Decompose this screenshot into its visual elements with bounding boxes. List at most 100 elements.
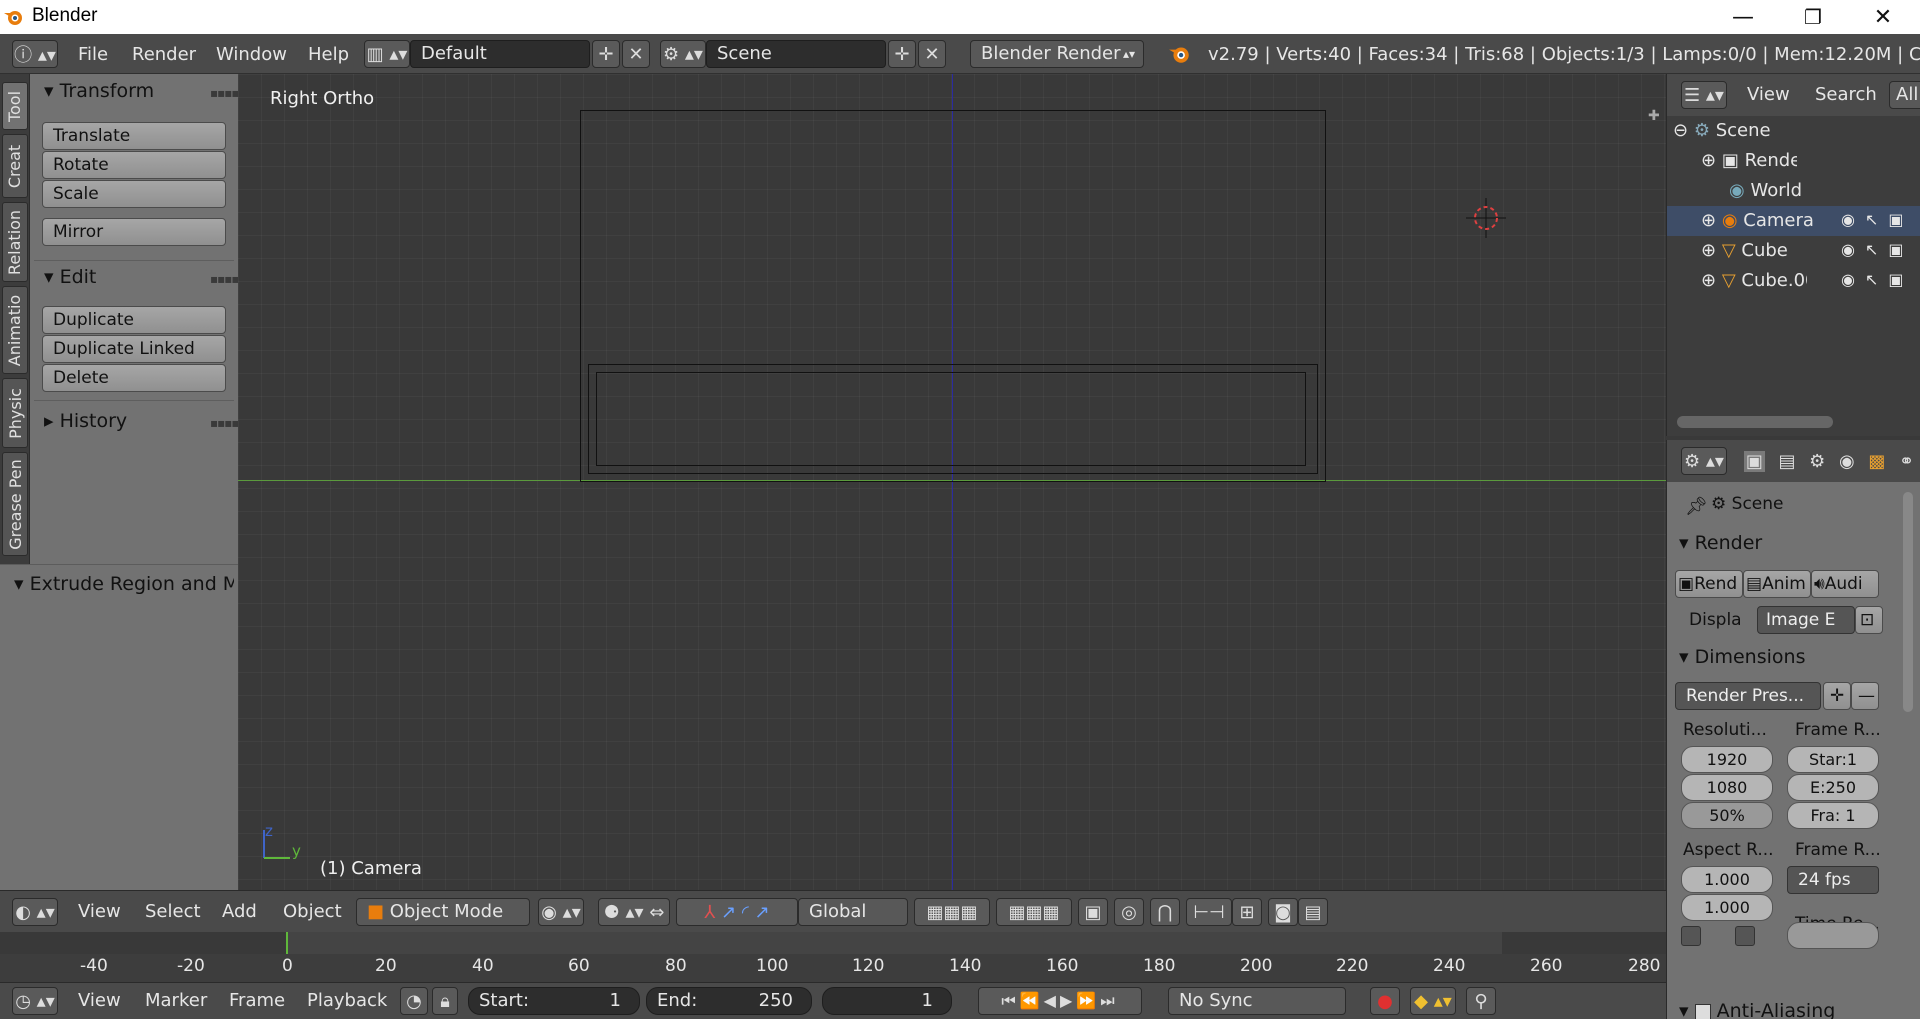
- layers-grid-icon[interactable]: ▦▦▦: [914, 898, 990, 926]
- lock-icon[interactable]: 🔒︎: [432, 987, 458, 1015]
- restore-button[interactable]: ❐: [1784, 0, 1842, 34]
- editor-type-timeline-icon[interactable]: ◷ ▴▾: [12, 987, 58, 1015]
- cube-visibility-icons[interactable]: ◉↖▣: [1841, 240, 1913, 259]
- tab-physics[interactable]: Physic: [2, 378, 28, 448]
- start-frame-field[interactable]: Start: 1: [468, 987, 640, 1015]
- scene-icon[interactable]: ⚙ ▴▾: [660, 40, 706, 68]
- frame-end-field[interactable]: E:250: [1787, 774, 1879, 801]
- 3d-viewport[interactable]: Right Ortho ✚ z y (1) Camera: [238, 74, 1666, 890]
- tab-relations[interactable]: Relation: [2, 202, 28, 282]
- menu-help[interactable]: Help: [308, 44, 349, 65]
- add-menu[interactable]: Add: [222, 901, 257, 922]
- end-frame-field[interactable]: End: 250: [646, 987, 812, 1015]
- render-presets-dropdown[interactable]: Render Pres...: [1675, 682, 1821, 710]
- screen-layout-icon[interactable]: ▥ ▴▾: [364, 40, 410, 68]
- viewport-shading-icon[interactable]: ◉ ▴▾: [538, 898, 584, 926]
- view-menu[interactable]: View: [78, 901, 121, 922]
- tab-animation[interactable]: Animatio: [2, 286, 28, 374]
- scale-button[interactable]: Scale: [42, 180, 226, 208]
- record-icon[interactable]: ●: [1370, 987, 1400, 1015]
- editor-type-3d-icon[interactable]: ◐ ▴▾: [12, 898, 58, 926]
- outliner-search-menu[interactable]: Search: [1815, 84, 1877, 105]
- outliner-item-camera[interactable]: ⊕ ◉ Camera: [1701, 210, 1814, 231]
- duplicate-button[interactable]: Duplicate: [42, 306, 226, 334]
- keying-set-icon[interactable]: ◆ ▴▾: [1410, 987, 1456, 1015]
- remove-preset-icon[interactable]: —: [1851, 682, 1879, 710]
- camera-visibility-icons[interactable]: ◉↖▣: [1841, 210, 1913, 229]
- minimize-button[interactable]: —: [1714, 0, 1772, 34]
- timeline-view-menu[interactable]: View: [78, 990, 121, 1011]
- current-frame-marker[interactable]: [286, 932, 288, 954]
- snap-target-icon[interactable]: ⊞: [1232, 898, 1262, 926]
- proportional-edit-icon[interactable]: ◎: [1114, 898, 1144, 926]
- transform-manipulator-icon[interactable]: ⅄ ↗ ◜ ↗: [676, 898, 798, 926]
- snap-element-icon[interactable]: ⊢⊣: [1186, 898, 1232, 926]
- render-animation-icon[interactable]: ▤: [1298, 898, 1328, 926]
- anti-aliasing-panel-header[interactable]: ▾ Anti-Aliasing: [1679, 1000, 1835, 1019]
- delete-layout-icon[interactable]: ✕: [622, 40, 650, 68]
- outliner-item-cube001[interactable]: ⊕ ▽ Cube.001: [1701, 270, 1807, 291]
- transform-panel-header[interactable]: ▾ Transform: [44, 80, 154, 102]
- select-menu[interactable]: Select: [145, 901, 201, 922]
- panel-grip-icon[interactable]: ▪▪▪▪: [210, 86, 240, 100]
- tab-create[interactable]: Creat: [2, 134, 28, 198]
- menu-render[interactable]: Render: [132, 44, 196, 65]
- translate-button[interactable]: Translate: [42, 122, 226, 150]
- border-checkbox[interactable]: [1681, 926, 1701, 946]
- time-remap-field[interactable]: [1787, 922, 1879, 949]
- resolution-y-field[interactable]: 1080: [1681, 774, 1773, 801]
- render-engine-dropdown[interactable]: Blender Render ▴▾: [970, 40, 1144, 68]
- tab-grease-pencil[interactable]: Grease Pen: [2, 452, 28, 556]
- menu-window[interactable]: Window: [216, 44, 287, 65]
- scene-field[interactable]: Scene: [706, 40, 886, 68]
- audio-button[interactable]: 🔊︎Audi: [1811, 570, 1879, 598]
- add-layout-icon[interactable]: ✛: [592, 40, 620, 68]
- layers-grid-icon-2[interactable]: ▦▦▦: [996, 898, 1072, 926]
- close-button[interactable]: ✕: [1854, 0, 1912, 34]
- marker-menu[interactable]: Marker: [145, 990, 207, 1011]
- edit-panel-header[interactable]: ▾ Edit: [44, 266, 96, 288]
- properties-context-tabs[interactable]: ▣ ▤ ⚙ ◉ ▩ ⚭: [1737, 447, 1920, 475]
- outliner-horizontal-scrollbar[interactable]: [1677, 416, 1833, 428]
- frame-menu[interactable]: Frame: [229, 990, 285, 1011]
- properties-scrollbar[interactable]: [1903, 492, 1913, 712]
- menu-file[interactable]: File: [78, 44, 108, 65]
- preview-range-icon[interactable]: ◔: [400, 987, 428, 1015]
- frame-rate-dropdown[interactable]: 24 fps: [1787, 866, 1879, 894]
- editor-type-outliner-icon[interactable]: ☰ ▴▾: [1681, 81, 1727, 109]
- outliner-item-renderlayers[interactable]: ⊕ ▣ RenderLa: [1701, 150, 1797, 171]
- keyframe-tool-icon[interactable]: ⚲: [1466, 987, 1496, 1015]
- render-panel-header[interactable]: ▾ Render: [1679, 532, 1762, 554]
- dimensions-panel-header[interactable]: ▾ Dimensions: [1679, 646, 1805, 668]
- delete-scene-icon[interactable]: ✕: [918, 40, 946, 68]
- playback-menu[interactable]: Playback: [307, 990, 387, 1011]
- add-preset-icon[interactable]: ✛: [1823, 682, 1851, 710]
- outliner-view-menu[interactable]: View: [1747, 84, 1790, 105]
- playback-controls-icon[interactable]: ⏮⏪◀▶⏩⏭: [978, 987, 1142, 1015]
- render-opengl-icon[interactable]: ◙: [1268, 898, 1298, 926]
- viewport-corner-plus-icon[interactable]: ✚: [1648, 108, 1660, 124]
- sync-mode-dropdown[interactable]: No Sync: [1168, 987, 1346, 1015]
- pivot-point-icon[interactable]: ⚈ ▴▾ ⇔: [598, 898, 670, 926]
- mode-dropdown[interactable]: ■ Object Mode: [356, 898, 530, 926]
- render-button[interactable]: ▣Rend: [1675, 570, 1743, 598]
- screen-layout-field[interactable]: Default: [410, 40, 590, 68]
- mirror-button[interactable]: Mirror: [42, 218, 226, 246]
- aspect-x-field[interactable]: 1.000: [1681, 866, 1773, 893]
- transform-orientation-dropdown[interactable]: Global: [798, 898, 908, 926]
- delete-button[interactable]: Delete: [42, 364, 226, 392]
- animation-button[interactable]: ▤Anim: [1743, 570, 1811, 598]
- outliner-item-world[interactable]: ◉ World: [1729, 180, 1802, 201]
- editor-type-info-icon[interactable]: ⓘ ▴▾: [12, 40, 58, 68]
- object-menu[interactable]: Object: [283, 901, 342, 922]
- pin-icon[interactable]: 📌︎: [1685, 496, 1708, 517]
- 3d-cursor-icon[interactable]: [1466, 198, 1506, 238]
- outliner-filter-dropdown[interactable]: All: [1889, 81, 1920, 109]
- add-scene-icon[interactable]: ✛: [888, 40, 916, 68]
- layer-lock-icon[interactable]: ▣: [1078, 898, 1108, 926]
- operator-panel-header[interactable]: ▾ Extrude Region and Mo: [14, 573, 234, 595]
- anti-aliasing-checkbox[interactable]: [1694, 1003, 1711, 1019]
- history-panel-header[interactable]: ▸ History: [44, 410, 127, 432]
- crop-checkbox[interactable]: [1735, 926, 1755, 946]
- timeline-area[interactable]: -40 -20 0 20 40 60 80 100 120 140 160 18…: [0, 932, 1666, 987]
